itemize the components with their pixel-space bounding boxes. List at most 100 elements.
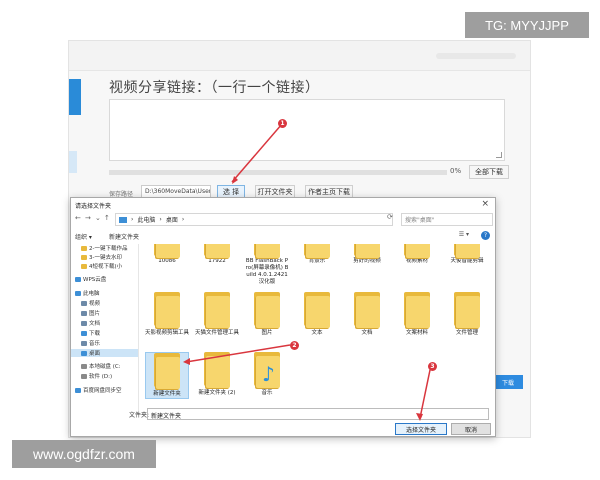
- folder-item[interactable]: 天俊智能剪辑: [445, 244, 489, 265]
- folder-label: 文档: [361, 330, 373, 336]
- sidebar-item[interactable]: 下载: [71, 329, 138, 337]
- up-arrow-icon[interactable]: ↑: [104, 214, 110, 222]
- folder-item[interactable]: 10086: [145, 244, 189, 265]
- forward-arrow-icon[interactable]: →: [85, 214, 91, 222]
- cancel-button[interactable]: 取消: [451, 423, 491, 435]
- sidebar-item[interactable]: 视频: [71, 299, 138, 307]
- toolbar: 组织 ▾ 新建文件夹 ☰ ▾ ?: [71, 230, 495, 242]
- sidebar-folder-icon: [81, 340, 87, 346]
- folder-label: 剪好的视频: [353, 258, 381, 264]
- folder-icon: [302, 244, 332, 258]
- music-folder-icon: ♪: [252, 352, 282, 388]
- sidebar-folder-icon: [81, 320, 87, 326]
- folder-front-shape: [406, 244, 430, 258]
- folder-front-shape: [206, 356, 230, 388]
- folder-icon: [152, 292, 182, 328]
- download-all-button[interactable]: 全部下载: [469, 165, 509, 179]
- folder-label: 背景乐: [308, 258, 326, 264]
- folder-item[interactable]: 图片: [245, 292, 289, 337]
- sidebar-item[interactable]: 3-一键去水印: [71, 253, 138, 261]
- sidebar-item[interactable]: 图片: [71, 309, 138, 317]
- sidebar-folder-icon: [81, 363, 87, 369]
- folder-item[interactable]: 剪好的视频: [345, 244, 389, 265]
- sidebar-folder-icon: [81, 310, 87, 316]
- sidebar-item-label: 音乐: [89, 341, 101, 347]
- sidebar-item[interactable]: 桌面: [71, 349, 138, 357]
- sidebar-item[interactable]: 4短视下载(小: [71, 262, 138, 270]
- music-note-icon: ♪: [262, 362, 275, 386]
- sidebar-item-label: 此电脑: [83, 291, 100, 297]
- folder-front-shape: [456, 244, 480, 258]
- side-tab-secondary[interactable]: [69, 151, 77, 173]
- address-bar[interactable]: › 此电脑 › 桌面 ›: [115, 213, 393, 226]
- sidebar-item-label: 软件 (D:): [89, 374, 113, 380]
- folder-item[interactable]: 17922: [195, 244, 239, 265]
- folder-label: 天影视频剪辑工具: [145, 330, 190, 336]
- view-options-icon[interactable]: ☰ ▾: [459, 231, 469, 238]
- new-folder-button[interactable]: 新建文件夹: [109, 232, 139, 241]
- folder-item[interactable]: 天影视频剪辑工具: [145, 292, 189, 337]
- folder-icon: [302, 292, 332, 328]
- sidebar-item[interactable]: WPS云盘: [71, 275, 138, 283]
- folder-front-shape: [356, 244, 380, 258]
- resize-grip-icon[interactable]: [496, 152, 502, 158]
- folder-item[interactable]: 天猫文件管理工具: [195, 292, 239, 337]
- sidebar-item[interactable]: 百度网盘同步空: [71, 386, 138, 394]
- folder-item[interactable]: 新建文件夹 (2): [195, 352, 239, 397]
- folder-item[interactable]: 文案材料: [395, 292, 439, 337]
- folder-icon: [202, 352, 232, 388]
- topbar-blur: [436, 53, 516, 59]
- sidebar-item[interactable]: 本地磁盘 (C:: [71, 362, 138, 370]
- folder-item[interactable]: 文本: [295, 292, 339, 337]
- sidebar-item[interactable]: 此电脑: [71, 289, 138, 297]
- folder-label: 音乐: [261, 390, 273, 396]
- sidebar-item[interactable]: 音乐: [71, 339, 138, 347]
- filename-row: 文件夹: 新建文件夹: [71, 408, 495, 422]
- watermark-tg: TG: MYYJJPP: [465, 12, 589, 38]
- folder-item[interactable]: 背景乐: [295, 244, 339, 265]
- download-button[interactable]: 下载: [493, 375, 523, 389]
- sidebar-folder-icon: [75, 290, 81, 296]
- folder-label: 文本: [311, 330, 323, 336]
- help-icon[interactable]: ?: [481, 231, 490, 240]
- select-folder-button[interactable]: 选择文件夹: [395, 423, 447, 435]
- sidebar-item[interactable]: 文档: [71, 319, 138, 327]
- sidebar-item-label: WPS云盘: [83, 277, 107, 283]
- sidebar-item[interactable]: 软件 (D:): [71, 372, 138, 380]
- step-badge-2: 2: [290, 341, 299, 350]
- folder-icon: [352, 292, 382, 328]
- folder-label: 17922: [208, 258, 226, 264]
- back-arrow-icon[interactable]: ←: [75, 214, 81, 222]
- folder-front-shape: [456, 296, 480, 328]
- folder-icon: [352, 244, 382, 258]
- sidebar-item-label: 2-一键下载作品: [89, 246, 128, 252]
- filename-input[interactable]: 新建文件夹: [147, 408, 489, 420]
- download-progress-bar: [109, 170, 447, 175]
- folder-icon: [202, 292, 232, 328]
- folder-item[interactable]: 新建文件夹: [145, 352, 189, 399]
- recent-dropdown-icon[interactable]: ⌄: [95, 214, 101, 222]
- search-input[interactable]: 搜索"桌面": [401, 213, 493, 226]
- search-placeholder: 搜索"桌面": [405, 217, 435, 224]
- refresh-icon[interactable]: ⟳: [387, 213, 393, 221]
- folder-item[interactable]: 视频素材: [395, 244, 439, 265]
- sidebar-item[interactable]: 2-一键下载作品: [71, 244, 138, 252]
- sidebar-item-label: 下载: [89, 331, 101, 337]
- folder-item[interactable]: ♪ 音乐: [245, 352, 289, 397]
- select-folder-dialog: 请选择文件夹 × ← → ⌄ ↑ › 此电脑 › 桌面 › ⟳ 搜索"桌面" 组…: [70, 197, 496, 437]
- sidebar-item-label: 视频: [89, 301, 101, 307]
- breadcrumb-this-pc[interactable]: 此电脑: [137, 215, 155, 224]
- folder-item[interactable]: BB FlashBack Pro(屏幕录像机) Build 4.0.1.2421…: [245, 244, 289, 286]
- sidebar-folder-icon: [81, 300, 87, 306]
- folder-front-shape: [306, 244, 330, 258]
- folder-front-shape: [156, 244, 180, 258]
- folder-front-shape: [156, 357, 180, 389]
- close-icon[interactable]: ×: [481, 199, 489, 209]
- folder-front-shape: [206, 244, 230, 258]
- organize-menu[interactable]: 组织 ▾: [75, 232, 92, 241]
- breadcrumb-desktop[interactable]: 桌面: [166, 215, 178, 224]
- side-tab-accent[interactable]: [69, 79, 81, 115]
- folder-item[interactable]: 文档: [345, 292, 389, 337]
- folder-item[interactable]: 文件管理: [445, 292, 489, 337]
- share-link-textarea[interactable]: [109, 99, 505, 161]
